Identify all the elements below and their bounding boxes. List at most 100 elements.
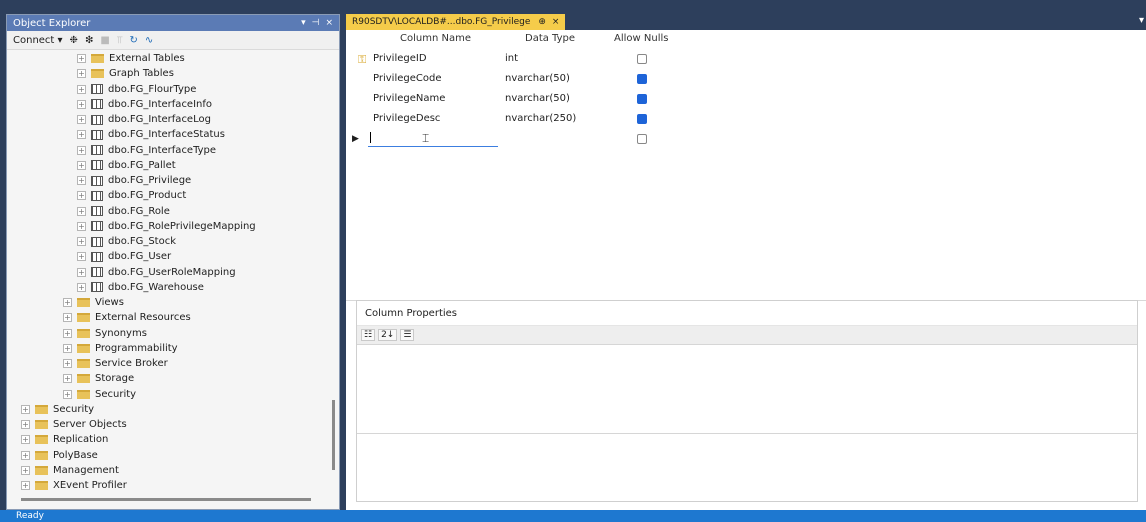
expand-icon[interactable]: + bbox=[21, 435, 30, 445]
expand-icon[interactable]: + bbox=[21, 404, 30, 414]
expand-icon[interactable]: + bbox=[21, 450, 30, 460]
expand-icon[interactable]: + bbox=[77, 145, 86, 155]
tree-node[interactable]: + Service Broker bbox=[63, 356, 168, 371]
vertical-scrollbar[interactable] bbox=[332, 400, 335, 470]
tree-node[interactable]: + dbo.FG_InterfaceInfo bbox=[77, 97, 212, 112]
horizontal-scrollbar[interactable] bbox=[21, 498, 311, 501]
tree-node[interactable]: + Synonyms bbox=[63, 326, 147, 341]
expand-icon[interactable]: + bbox=[77, 176, 86, 185]
expand-icon[interactable]: + bbox=[63, 313, 72, 323]
refresh-icon[interactable]: ↻ bbox=[129, 35, 137, 46]
column-row[interactable]: ⚿ PrivilegeID int bbox=[346, 50, 647, 68]
tree-node[interactable]: + dbo.FG_UserRoleMapping bbox=[77, 265, 236, 280]
allow-nulls-checkbox[interactable] bbox=[637, 74, 647, 84]
close-tab-icon[interactable]: × bbox=[552, 17, 560, 27]
tree-node[interactable]: + dbo.FG_Role bbox=[77, 204, 170, 219]
expand-icon[interactable]: + bbox=[77, 160, 86, 170]
filter-icon[interactable]: ⫪ bbox=[117, 35, 123, 46]
data-type-cell[interactable]: nvarchar(250) bbox=[505, 113, 576, 124]
expand-icon[interactable]: + bbox=[77, 282, 86, 292]
allow-nulls-checkbox[interactable] bbox=[637, 134, 647, 144]
tree-node[interactable]: + dbo.FG_User bbox=[77, 249, 171, 264]
connect-button[interactable]: Connect ▾ bbox=[13, 35, 63, 46]
tree-node[interactable]: + Replication bbox=[21, 432, 108, 447]
tree-node-label: dbo.FG_Privilege bbox=[108, 175, 192, 186]
activity-monitor-icon[interactable]: ∿ bbox=[145, 35, 153, 46]
expand-icon[interactable]: + bbox=[21, 465, 30, 475]
allow-nulls-checkbox[interactable] bbox=[637, 114, 647, 124]
expand-icon[interactable]: + bbox=[63, 389, 72, 399]
tree-node[interactable]: + dbo.FG_Warehouse bbox=[77, 280, 204, 295]
property-pages-icon[interactable]: ☰ bbox=[400, 329, 415, 341]
tree-node[interactable]: + Security bbox=[21, 402, 94, 417]
expand-icon[interactable]: + bbox=[77, 84, 86, 94]
allow-nulls-checkbox[interactable] bbox=[637, 94, 647, 104]
close-icon[interactable]: × bbox=[325, 18, 333, 28]
column-name-cell[interactable]: PrivilegeName bbox=[373, 93, 445, 104]
expand-icon[interactable]: + bbox=[77, 130, 86, 140]
tree-node[interactable]: + dbo.FG_InterfaceType bbox=[77, 143, 216, 158]
column-row[interactable]: PrivilegeName nvarchar(50) bbox=[346, 90, 647, 108]
expand-icon[interactable]: + bbox=[63, 328, 72, 338]
tree-node[interactable]: + dbo.FG_Privilege bbox=[77, 173, 191, 188]
tree-node[interactable]: + dbo.FG_Product bbox=[77, 188, 186, 203]
pin-icon[interactable]: ⊣ bbox=[312, 18, 320, 28]
expand-icon[interactable]: + bbox=[77, 206, 86, 216]
tree-node[interactable]: + dbo.FG_FlourType bbox=[77, 82, 196, 97]
window-position-dropdown-icon[interactable]: ▾ bbox=[301, 18, 306, 28]
column-name-cell[interactable]: PrivilegeDesc bbox=[373, 113, 440, 124]
column-name-cell[interactable]: PrivilegeCode bbox=[373, 73, 441, 84]
tree-node[interactable]: + Storage bbox=[63, 371, 134, 386]
expand-icon[interactable]: + bbox=[77, 221, 86, 231]
tab-overflow-dropdown-icon[interactable]: ▾ bbox=[1139, 15, 1144, 26]
expand-icon[interactable]: + bbox=[77, 237, 86, 246]
connect-icon[interactable]: ❉ bbox=[70, 35, 78, 46]
data-type-cell[interactable]: nvarchar(50) bbox=[505, 93, 570, 104]
data-type-cell[interactable]: int bbox=[505, 53, 518, 64]
column-name-input[interactable] bbox=[368, 146, 498, 147]
tree-node[interactable]: + Views bbox=[63, 295, 124, 310]
tree-node[interactable]: + XEvent Profiler bbox=[21, 478, 127, 493]
tree-node[interactable]: + External Resources bbox=[63, 310, 191, 325]
column-name-cell[interactable]: PrivilegeID bbox=[373, 53, 427, 64]
column-row[interactable]: PrivilegeDesc nvarchar(250) bbox=[346, 110, 647, 128]
folder-icon bbox=[35, 435, 48, 445]
tree-node[interactable]: + dbo.FG_Pallet bbox=[77, 158, 176, 173]
expand-icon[interactable]: + bbox=[77, 54, 86, 63]
tree-node[interactable]: + dbo.FG_Stock bbox=[77, 234, 176, 249]
stop-icon[interactable]: ■ bbox=[100, 35, 109, 46]
alphabetical-icon[interactable]: 2↓ bbox=[378, 329, 398, 341]
expand-icon[interactable]: + bbox=[77, 252, 86, 262]
data-type-cell[interactable]: nvarchar(50) bbox=[505, 73, 570, 84]
expand-icon[interactable]: + bbox=[77, 267, 86, 277]
tree-node[interactable]: + External Tables bbox=[77, 51, 185, 66]
data-type-header: Data Type bbox=[525, 33, 576, 44]
expand-icon[interactable]: + bbox=[77, 69, 86, 79]
tree-node[interactable]: + Programmability bbox=[63, 341, 178, 356]
allow-nulls-checkbox[interactable] bbox=[637, 54, 647, 64]
expand-icon[interactable]: + bbox=[63, 343, 72, 353]
expand-icon[interactable]: + bbox=[63, 298, 72, 307]
tree-node[interactable]: + dbo.FG_RolePrivilegeMapping bbox=[77, 219, 256, 234]
tree-node[interactable]: + Graph Tables bbox=[77, 66, 174, 81]
tree-node[interactable]: + dbo.FG_InterfaceLog bbox=[77, 112, 211, 127]
expand-icon[interactable]: + bbox=[77, 191, 86, 201]
tree-node[interactable]: + Management bbox=[21, 463, 119, 478]
expand-icon[interactable]: + bbox=[77, 99, 86, 109]
expand-icon[interactable]: + bbox=[21, 481, 30, 490]
categorized-icon[interactable]: ☷ bbox=[361, 329, 376, 341]
expand-icon[interactable]: + bbox=[63, 374, 72, 384]
new-column-row[interactable]: ▶ ⌶ bbox=[346, 130, 647, 148]
tree-node[interactable]: + Server Objects bbox=[21, 417, 127, 432]
expand-icon[interactable]: + bbox=[77, 115, 86, 124]
disconnect-icon[interactable]: ❇ bbox=[85, 35, 93, 46]
expand-icon[interactable]: + bbox=[63, 359, 72, 368]
tab-fg-privilege[interactable]: R90SDTV\LOCALDB#...dbo.FG_Privilege ⊕ × bbox=[346, 14, 566, 30]
tree-node[interactable]: + PolyBase bbox=[21, 448, 98, 463]
tree-node[interactable]: + dbo.FG_InterfaceStatus bbox=[77, 127, 225, 142]
pin-tab-icon[interactable]: ⊕ bbox=[538, 17, 546, 27]
tree-node[interactable]: + Security bbox=[63, 387, 136, 402]
column-properties-grid[interactable] bbox=[357, 345, 1137, 434]
expand-icon[interactable]: + bbox=[21, 420, 30, 429]
column-row[interactable]: PrivilegeCode nvarchar(50) bbox=[346, 70, 647, 88]
